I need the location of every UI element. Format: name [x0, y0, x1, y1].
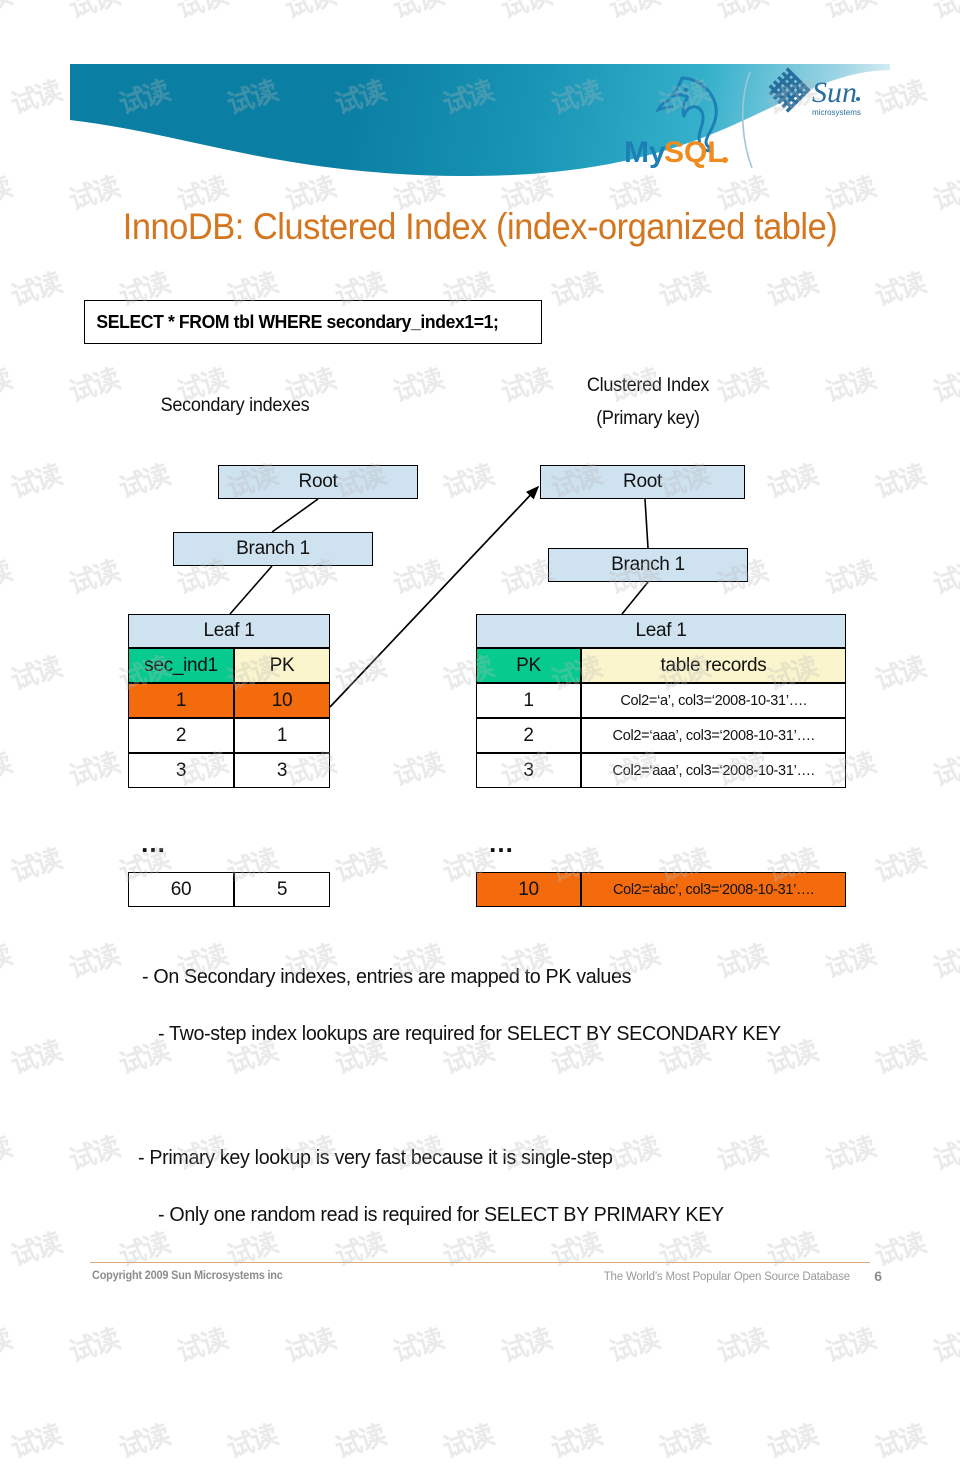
table-row: 60 5: [128, 872, 330, 907]
clustered-cell-pk: 10: [476, 872, 581, 907]
secondary-cell-pk: 10: [234, 683, 330, 718]
secondary-index-caption: Secondary indexes: [160, 395, 310, 416]
secondary-cell-secind: 2: [128, 718, 234, 753]
table-row: 3 Col2=‘aaa’, col3=‘2008-10-31’….: [476, 753, 846, 788]
table-row: 2 1: [128, 718, 330, 753]
secondary-cell-pk: 3: [234, 753, 330, 788]
clustered-last-row-table: 10 Col2=‘abc’, col3=‘2008-10-31’….: [476, 872, 846, 907]
secondary-col-pk: PK: [234, 648, 330, 683]
secondary-root-node: Root: [218, 465, 418, 499]
table-row-header-leaf: Leaf 1: [476, 614, 846, 648]
secondary-cell-secind: 3: [128, 753, 234, 788]
clustered-cell-pk: 3: [476, 753, 581, 788]
clustered-cell-pk: 2: [476, 718, 581, 753]
table-row-header-leaf: Leaf 1: [128, 614, 330, 648]
clustered-leaf-header: Leaf 1: [476, 614, 846, 648]
clustered-branch-node: Branch 1: [548, 548, 748, 582]
footer-copyright: Copyright 2009 Sun Microsystems inc: [92, 1270, 283, 1282]
clustered-branch-label: Branch 1: [611, 554, 685, 575]
footer-page-number: 6: [874, 1268, 882, 1284]
footer-divider: [90, 1262, 870, 1263]
watermark-text: 试读: [331, 1419, 389, 1465]
clustered-root-label: Root: [623, 471, 662, 492]
secondary-last-row-table: 60 5: [128, 872, 330, 907]
clustered-cell-pk: 1: [476, 683, 581, 718]
secondary-cell-pk: 1: [234, 718, 330, 753]
table-row-columns: PK table records: [476, 648, 846, 683]
table-row: 10 Col2=‘abc’, col3=‘2008-10-31’….: [476, 872, 846, 907]
bullet-2: - Two-step index lookups are required fo…: [158, 1022, 781, 1045]
secondary-root-label: Root: [298, 471, 338, 492]
clustered-cell-record: Col2=‘aaa’, col3=‘2008-10-31’….: [581, 753, 846, 788]
secondary-cell-pk: 5: [234, 872, 330, 907]
secondary-leaf-header: Leaf 1: [128, 614, 330, 648]
clustered-index-caption-line2: (Primary key): [596, 408, 700, 429]
watermark-text: 试读: [547, 1419, 605, 1465]
secondary-branch-label: Branch 1: [236, 538, 310, 559]
clustered-leaf-table: Leaf 1 PK table records 1 Col2=‘a’, col3…: [476, 614, 846, 788]
clustered-col-records: table records: [581, 648, 846, 683]
secondary-cell-secind: 60: [128, 872, 234, 907]
clustered-cell-record: Col2=‘abc’, col3=‘2008-10-31’….: [581, 872, 846, 907]
bullet-4: - Only one random read is required for S…: [158, 1203, 724, 1226]
table-row: 2 Col2=‘aaa’, col3=‘2008-10-31’….: [476, 718, 846, 753]
bullet-3: - Primary key lookup is very fast becaus…: [138, 1146, 613, 1169]
clustered-ellipsis: …: [488, 828, 515, 858]
watermark-text: 试读: [763, 1419, 821, 1465]
clustered-root-node: Root: [540, 465, 745, 499]
table-row: 1 10: [128, 683, 330, 718]
bullet-1: - On Secondary indexes, entries are mapp…: [142, 965, 632, 988]
watermark-text: 试读: [439, 1419, 497, 1465]
clustered-index-caption-line1: Clustered Index: [586, 375, 710, 396]
secondary-cell-secind: 1: [128, 683, 234, 718]
watermark-text: 试读: [223, 1419, 281, 1465]
clustered-col-pk: PK: [476, 648, 581, 683]
table-row-columns: sec_ind1 PK: [128, 648, 330, 683]
table-row: 1 Col2=‘a’, col3=‘2008-10-31’….: [476, 683, 846, 718]
secondary-leaf-table: Leaf 1 sec_ind1 PK 1 10 2 1 3 3: [128, 614, 330, 788]
footer-tagline: The World’s Most Popular Open Source Dat…: [603, 1271, 850, 1283]
clustered-cell-record: Col2=‘aaa’, col3=‘2008-10-31’….: [581, 718, 846, 753]
secondary-branch-node: Branch 1: [173, 532, 373, 566]
clustered-cell-record: Col2=‘a’, col3=‘2008-10-31’….: [581, 683, 846, 718]
table-row: 3 3: [128, 753, 330, 788]
watermark-text: 试读: [871, 1419, 929, 1465]
watermark-text: 试读: [655, 1419, 713, 1465]
watermark-text: 试读: [7, 1419, 65, 1465]
secondary-col-sec-ind1: sec_ind1: [128, 648, 234, 683]
watermark-text: 试读: [115, 1419, 173, 1465]
secondary-ellipsis: …: [140, 828, 167, 858]
slide: My SQL Sun microsystems InnoDB: Clustere…: [0, 0, 960, 1465]
